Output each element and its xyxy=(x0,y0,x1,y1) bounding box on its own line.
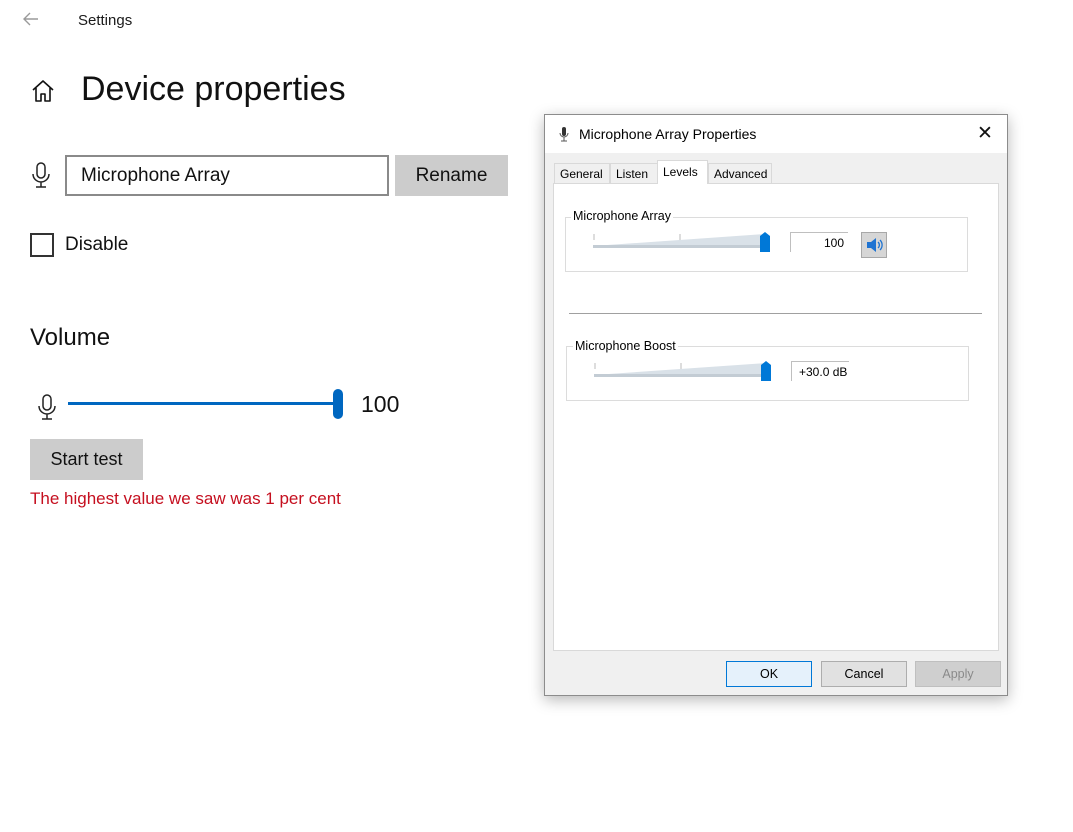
test-result-message: The highest value we saw was 1 per cent xyxy=(30,489,341,508)
cancel-button[interactable]: Cancel xyxy=(821,661,907,687)
tab-general[interactable]: General xyxy=(554,163,610,183)
rename-button[interactable]: Rename xyxy=(395,155,508,196)
microphone-level-value[interactable]: 100 xyxy=(790,232,848,252)
microphone-level-slider[interactable] xyxy=(593,232,770,252)
microphone-level-label: Microphone Array xyxy=(571,209,673,223)
microphone-boost-label: Microphone Boost xyxy=(573,339,678,353)
page-title: Device properties xyxy=(81,70,346,108)
disable-label: Disable xyxy=(65,234,129,255)
back-arrow-icon[interactable] xyxy=(20,8,42,30)
close-icon[interactable]: ✕ xyxy=(970,122,1000,146)
apply-button[interactable]: Apply xyxy=(915,661,1001,687)
dialog-title: Microphone Array Properties xyxy=(579,126,757,142)
tab-levels[interactable]: Levels xyxy=(657,160,708,184)
disable-checkbox[interactable] xyxy=(30,233,54,257)
app-title: Settings xyxy=(78,12,133,29)
microphone-properties-dialog: Microphone Array Properties ✕ General Li… xyxy=(544,114,1008,696)
ok-button[interactable]: OK xyxy=(726,661,812,687)
volume-value: 100 xyxy=(361,391,400,417)
levels-panel: Microphone Array 100 Microphone Boost +3… xyxy=(553,183,999,651)
home-icon[interactable] xyxy=(30,78,56,104)
tab-listen[interactable]: Listen xyxy=(610,163,658,183)
volume-slider-thumb[interactable] xyxy=(333,389,343,419)
section-divider xyxy=(569,313,982,314)
microphone-icon xyxy=(36,393,58,421)
microphone-icon xyxy=(558,126,570,143)
volume-slider-track[interactable] xyxy=(68,402,338,405)
dialog-titlebar[interactable]: Microphone Array Properties ✕ xyxy=(545,115,1007,153)
tab-advanced[interactable]: Advanced xyxy=(708,163,772,183)
device-name-input[interactable] xyxy=(65,155,389,196)
microphone-icon xyxy=(30,161,52,189)
microphone-boost-slider[interactable] xyxy=(594,361,771,381)
microphone-boost-value: +30.0 dB xyxy=(791,361,849,381)
start-test-button[interactable]: Start test xyxy=(30,439,143,480)
volume-heading: Volume xyxy=(30,324,111,351)
speaker-icon[interactable] xyxy=(861,232,887,258)
